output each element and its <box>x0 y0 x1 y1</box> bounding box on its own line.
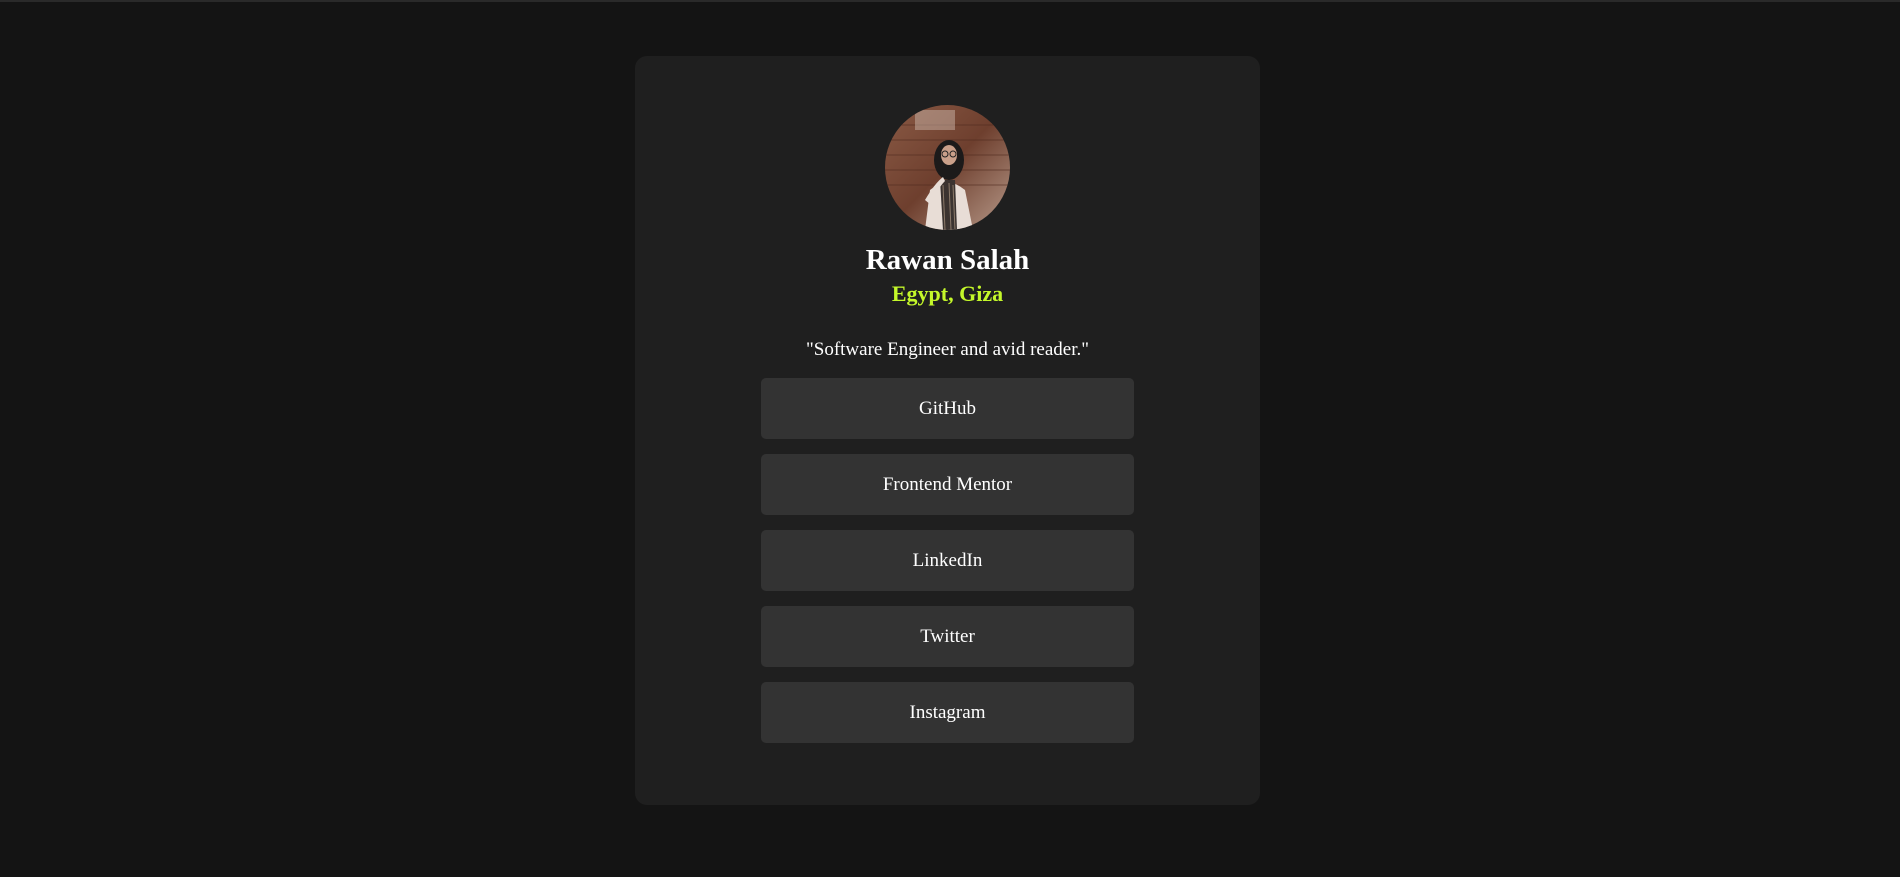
twitter-link-button[interactable]: Twitter <box>761 606 1134 667</box>
instagram-link-button[interactable]: Instagram <box>761 682 1134 743</box>
page: Rawan Salah Egypt, Giza "Software Engine… <box>0 0 1900 877</box>
social-links-list: GitHub Frontend Mentor LinkedIn Twitter … <box>761 378 1134 758</box>
profile-name: Rawan Salah <box>865 244 1030 276</box>
github-link-button[interactable]: GitHub <box>761 378 1134 439</box>
linkedin-link-button[interactable]: LinkedIn <box>761 530 1134 591</box>
profile-bio: "Software Engineer and avid reader." <box>806 339 1089 360</box>
profile-location: Egypt, Giza <box>891 281 1004 306</box>
profile-card: Rawan Salah Egypt, Giza "Software Engine… <box>635 56 1260 805</box>
window-top-edge <box>0 0 1900 2</box>
frontend-mentor-link-button[interactable]: Frontend Mentor <box>761 454 1134 515</box>
avatar-photo-icon <box>885 105 1010 230</box>
avatar <box>885 105 1010 230</box>
